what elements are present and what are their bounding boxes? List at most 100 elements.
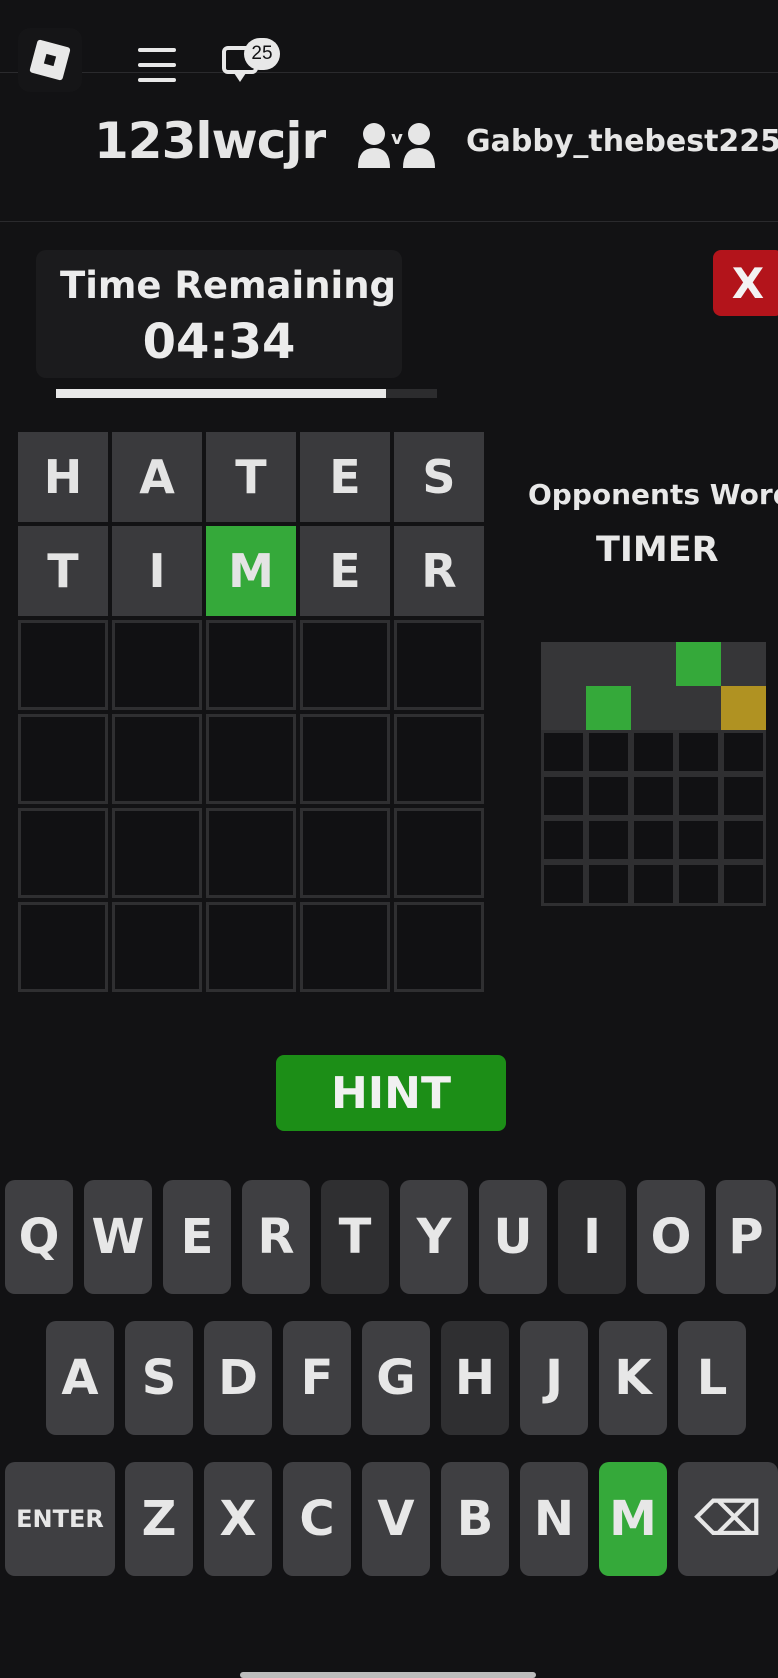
opponent-grid-cell [721, 730, 766, 774]
opponent-grid-cell [676, 730, 721, 774]
grid-cell: H [18, 432, 108, 522]
menu-line [138, 48, 176, 52]
grid-cell [112, 620, 202, 710]
roblox-logo-icon [29, 39, 71, 81]
key-s[interactable]: S [125, 1321, 193, 1435]
grid-cell [112, 714, 202, 804]
key-m[interactable]: M [599, 1462, 667, 1576]
grid-cell: M [206, 526, 296, 616]
key-q[interactable]: Q [5, 1180, 73, 1294]
opponent-grid-cell [721, 686, 766, 730]
opponent-grid-cell [676, 862, 721, 906]
opponent-grid-cell [721, 818, 766, 862]
grid-cell: E [300, 432, 390, 522]
opponent-grid-cell [676, 774, 721, 818]
hint-button[interactable]: HINT [276, 1055, 506, 1131]
key-t[interactable]: T [321, 1180, 389, 1294]
grid-cell: T [18, 526, 108, 616]
key-b[interactable]: B [441, 1462, 509, 1576]
opponent-grid-cell [541, 818, 586, 862]
grid-cell [300, 714, 390, 804]
key-z[interactable]: Z [125, 1462, 193, 1576]
opponent-grid-cell [586, 686, 631, 730]
grid-cell [300, 902, 390, 992]
timer-progress-fill [56, 389, 386, 398]
key-w[interactable]: W [84, 1180, 152, 1294]
key-i[interactable]: I [558, 1180, 626, 1294]
roblox-menu-button[interactable] [18, 28, 82, 92]
vs-text: v [391, 128, 403, 149]
opponent-grid-cell [586, 774, 631, 818]
grid-cell [206, 620, 296, 710]
opponent-grid-cell [721, 774, 766, 818]
player-name-self: 123lwcjr [94, 112, 326, 170]
key-k[interactable]: K [599, 1321, 667, 1435]
key-x[interactable]: X [204, 1462, 272, 1576]
chat-unread-badge: 25 [244, 38, 280, 70]
guess-grid: HATESTIMER [18, 432, 484, 992]
grid-cell [394, 808, 484, 898]
opponent-grid-cell [676, 818, 721, 862]
grid-cell [112, 902, 202, 992]
menu-line [138, 78, 176, 82]
opponent-word-label: Opponents Word: [528, 478, 778, 511]
timer-progress-bar [56, 389, 437, 398]
grid-cell [18, 902, 108, 992]
grid-cell [112, 808, 202, 898]
close-button[interactable]: X [713, 250, 778, 316]
key-y[interactable]: Y [400, 1180, 468, 1294]
opponent-grid-cell [631, 686, 676, 730]
key-g[interactable]: G [362, 1321, 430, 1435]
grid-cell: T [206, 432, 296, 522]
key-h[interactable]: H [441, 1321, 509, 1435]
grid-cell: E [300, 526, 390, 616]
grid-cell [206, 902, 296, 992]
key-a[interactable]: A [46, 1321, 114, 1435]
grid-cell [300, 808, 390, 898]
grid-cell [394, 620, 484, 710]
key-o[interactable]: O [637, 1180, 705, 1294]
key-c[interactable]: C [283, 1462, 351, 1576]
grid-cell [18, 714, 108, 804]
key-j[interactable]: J [520, 1321, 588, 1435]
key-v[interactable]: V [362, 1462, 430, 1576]
header-divider [0, 221, 778, 222]
opponent-word: TIMER [596, 530, 719, 570]
key-d[interactable]: D [204, 1321, 272, 1435]
timer-value: 04:34 [142, 314, 296, 370]
hamburger-menu-button[interactable] [126, 40, 188, 90]
key-e[interactable]: E [163, 1180, 231, 1294]
key-backspace[interactable]: ⌫ [678, 1462, 778, 1576]
timer-panel: Time Remaining 04:34 [36, 250, 402, 378]
opponent-grid [541, 642, 766, 906]
opponent-grid-cell [586, 730, 631, 774]
key-r[interactable]: R [242, 1180, 310, 1294]
grid-cell [18, 808, 108, 898]
grid-cell: I [112, 526, 202, 616]
opponent-grid-cell [631, 642, 676, 686]
opponent-grid-cell [541, 686, 586, 730]
opponent-grid-cell [631, 774, 676, 818]
opponent-grid-cell [586, 818, 631, 862]
timer-label: Time Remaining [59, 264, 397, 307]
grid-cell: S [394, 432, 484, 522]
grid-cell [206, 714, 296, 804]
menu-line [138, 63, 176, 67]
chat-button[interactable]: 25 [216, 38, 280, 88]
opponent-grid-cell [586, 862, 631, 906]
key-u[interactable]: U [479, 1180, 547, 1294]
opponent-grid-cell [721, 642, 766, 686]
opponent-grid-cell [541, 730, 586, 774]
top-bar [0, 0, 778, 73]
opponent-grid-cell [631, 862, 676, 906]
grid-cell [394, 902, 484, 992]
opponent-grid-cell [541, 862, 586, 906]
key-l[interactable]: L [678, 1321, 746, 1435]
key-enter[interactable]: ENTER [5, 1462, 115, 1576]
key-n[interactable]: N [520, 1462, 588, 1576]
key-f[interactable]: F [283, 1321, 351, 1435]
grid-cell [206, 808, 296, 898]
home-indicator [240, 1672, 536, 1678]
key-p[interactable]: P [716, 1180, 776, 1294]
grid-cell: A [112, 432, 202, 522]
